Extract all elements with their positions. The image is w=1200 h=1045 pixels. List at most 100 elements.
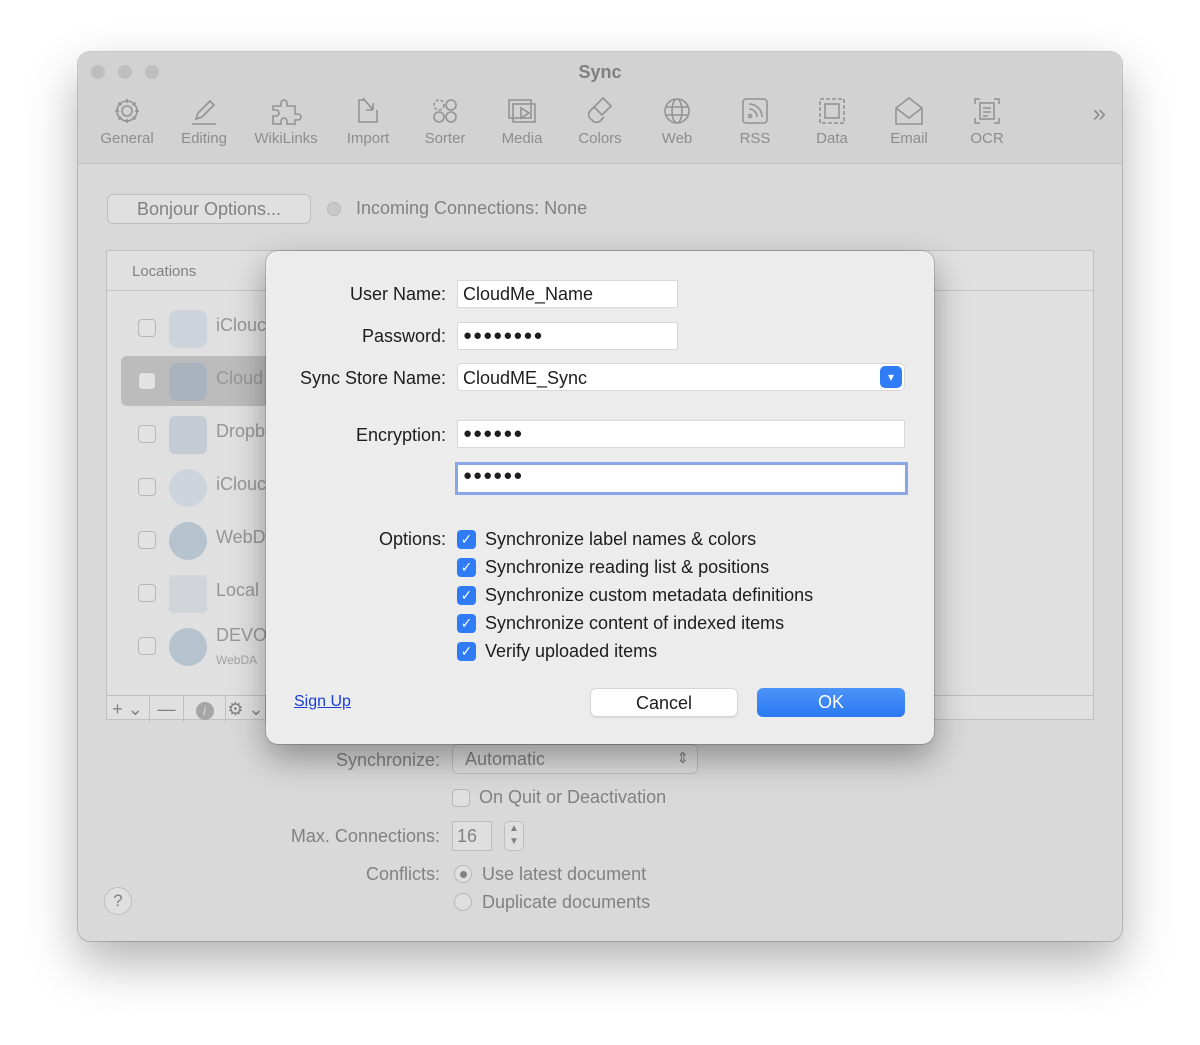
info-button[interactable]: i (184, 696, 226, 722)
cancel-button[interactable]: Cancel (590, 688, 738, 717)
max-connections-label: Max. Connections: (290, 826, 440, 846)
window-toolbar: Sync General Editing WikiLinks Import So… (78, 52, 1122, 164)
location-row[interactable]: Local (121, 568, 271, 618)
remove-location-button[interactable]: — (150, 696, 184, 722)
password-field[interactable]: ●●●●●●●● (457, 322, 678, 350)
location-row[interactable]: iClouc (121, 462, 271, 512)
sync-store-label: Sync Store Name: (299, 368, 446, 388)
ok-button[interactable]: OK (757, 688, 905, 717)
toolbar-data[interactable]: Data (794, 94, 870, 147)
toolbar-overflow-button[interactable]: » (1093, 100, 1106, 128)
option-label: Verify uploaded items (485, 641, 658, 661)
location-row[interactable]: WebD (121, 515, 271, 565)
data-icon (819, 98, 845, 124)
bonjour-options-button[interactable]: Bonjour Options... (107, 194, 311, 224)
locations-column-title: Locations (132, 263, 197, 280)
duplicate-documents-label: Duplicate documents (482, 892, 651, 912)
sync-store-combobox[interactable]: CloudME_Sync ▾ (457, 363, 905, 391)
rss-icon (742, 98, 768, 124)
cloudme-icon (169, 363, 207, 401)
toolbar-label: Email (890, 130, 928, 147)
updown-chevron-icon: ⇕ (676, 750, 689, 767)
location-name: WebD (216, 527, 266, 547)
checkmark-icon[interactable]: ✓ (457, 642, 476, 661)
options-label: Options: (378, 529, 446, 549)
gear-icon (115, 99, 139, 123)
webdav-globe-icon (169, 522, 207, 560)
sync-settings-sheet: User Name: CloudMe_Name Password: ●●●●●●… (266, 251, 934, 744)
toolbar-wikilinks[interactable]: WikiLinks (248, 94, 324, 147)
location-row[interactable]: Dropb (121, 409, 271, 459)
toolbar-web[interactable]: Web (639, 94, 715, 147)
toolbar-label: WikiLinks (254, 130, 318, 147)
password-label: Password: (361, 326, 446, 346)
brush-icon (587, 96, 613, 124)
encryption-confirm-field[interactable]: ●●●●●● (455, 462, 908, 495)
toolbar-label: Colors (578, 130, 622, 147)
window-title: Sync (578, 62, 622, 82)
envelope-icon (895, 96, 923, 125)
checkmark-icon[interactable]: ✓ (457, 586, 476, 605)
toolbar-label: RSS (739, 130, 771, 147)
location-enabled-checkbox[interactable] (138, 319, 156, 337)
checkmark-icon[interactable]: ✓ (457, 558, 476, 577)
info-icon: i (195, 702, 214, 720)
toolbar-label: Sorter (424, 130, 466, 147)
location-enabled-checkbox[interactable] (138, 372, 156, 390)
location-enabled-checkbox[interactable] (138, 425, 156, 443)
max-connections-field[interactable]: 16 (452, 821, 492, 851)
location-row[interactable]: Cloud (121, 356, 271, 406)
location-enabled-checkbox[interactable] (138, 637, 156, 655)
toolbar-editing[interactable]: Editing (166, 94, 242, 147)
toolbar-label: Import (346, 130, 390, 147)
location-row[interactable]: iClouc (121, 303, 271, 353)
option-label: Synchronize label names & colors (485, 529, 757, 549)
dropbox-icon (169, 416, 207, 454)
add-location-button[interactable]: + ⌄ (106, 696, 150, 722)
toolbar-media[interactable]: Media (484, 94, 560, 147)
chevron-down-icon[interactable]: ▾ (880, 366, 902, 388)
toolbar-ocr[interactable]: OCR (949, 94, 1025, 147)
sync-store-value: CloudME_Sync (463, 368, 588, 388)
toolbar-general[interactable]: General (89, 94, 165, 147)
max-connections-stepper[interactable]: ▲ ▼ (504, 821, 524, 851)
user-name-field[interactable]: CloudMe_Name (457, 280, 678, 308)
local-folder-icon (169, 575, 207, 613)
option-label: Synchronize reading list & positions (485, 557, 770, 577)
globe-icon (664, 98, 690, 124)
location-enabled-checkbox[interactable] (138, 478, 156, 496)
toolbar-rss[interactable]: RSS (717, 94, 793, 147)
location-enabled-checkbox[interactable] (138, 531, 156, 549)
toolbar-label: General (100, 130, 154, 147)
toolbar-colors[interactable]: Colors (562, 94, 638, 147)
action-menu-button[interactable]: ⚙ ⌄ (226, 696, 266, 722)
incoming-connections-status: Incoming Connections: None (356, 198, 588, 218)
media-icon (508, 99, 536, 123)
sign-up-link[interactable]: Sign Up (294, 693, 351, 711)
toolbar-label: Web (661, 130, 693, 147)
use-latest-radio[interactable] (454, 865, 472, 883)
conflicts-label: Conflicts: (365, 864, 440, 884)
duplicate-documents-radio[interactable] (454, 893, 472, 911)
checkmark-icon[interactable]: ✓ (457, 530, 476, 549)
toolbar-label: Data (816, 130, 848, 147)
encryption-label: Encryption: (355, 425, 446, 445)
pencil-icon (192, 99, 216, 125)
location-name: iClouc (216, 315, 267, 335)
location-row[interactable]: DEVO WebDA (121, 621, 271, 671)
toolbar-email[interactable]: Email (871, 94, 947, 147)
toolbar-import[interactable]: Import (330, 94, 406, 147)
icloud-icon (169, 310, 207, 348)
toolbar-label: Media (501, 130, 543, 147)
help-button[interactable]: ? (104, 887, 132, 915)
puzzle-icon (272, 99, 302, 125)
encryption-field[interactable]: ●●●●●● (457, 420, 905, 448)
on-quit-checkbox[interactable] (452, 789, 470, 807)
toolbar-sorter[interactable]: Sorter (407, 94, 483, 147)
icloud-icon (169, 469, 207, 507)
synchronize-value: Automatic (465, 749, 546, 769)
location-enabled-checkbox[interactable] (138, 584, 156, 602)
checkmark-icon[interactable]: ✓ (457, 614, 476, 633)
synchronize-popup[interactable]: Automatic ⇕ (452, 744, 698, 774)
location-name: DEVO (216, 625, 268, 645)
